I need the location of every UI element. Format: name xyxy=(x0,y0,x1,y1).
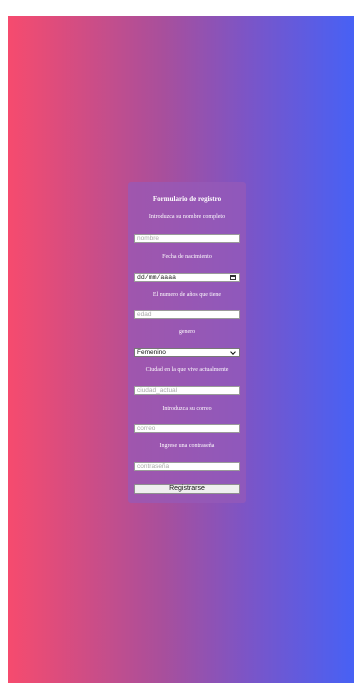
gender-select[interactable]: Femenino xyxy=(134,348,240,357)
registration-form: Formulario de registro Introduzca su nom… xyxy=(128,182,246,503)
birthdate-label: Fecha de nacimiento xyxy=(162,254,212,260)
age-label: El numero de años que tiene xyxy=(152,292,222,298)
password-label: Ingrese una contraseña xyxy=(159,443,215,449)
name-label: Introduzca su nombre completo xyxy=(148,214,226,220)
password-field[interactable] xyxy=(134,462,240,471)
page-background: Formulario de registro Introduzca su nom… xyxy=(8,16,354,683)
city-label: Ciudad en la que vive actualmente xyxy=(145,367,229,373)
form-title: Formulario de registro xyxy=(152,195,222,203)
email-label: Introduzca su correo xyxy=(162,406,212,412)
calendar-icon[interactable] xyxy=(230,275,236,280)
city-field[interactable] xyxy=(134,386,240,395)
gender-selected-value: Femenino xyxy=(137,349,166,356)
email-field[interactable] xyxy=(134,424,240,433)
age-field[interactable] xyxy=(134,310,240,319)
birthdate-placeholder: dd/mm/aaaa xyxy=(137,274,177,281)
gender-label: genero xyxy=(178,329,196,335)
register-button[interactable]: Registrarse xyxy=(134,484,240,494)
birthdate-field[interactable]: dd/mm/aaaa xyxy=(134,273,240,282)
name-field[interactable] xyxy=(134,234,240,243)
chevron-down-icon xyxy=(230,348,236,355)
